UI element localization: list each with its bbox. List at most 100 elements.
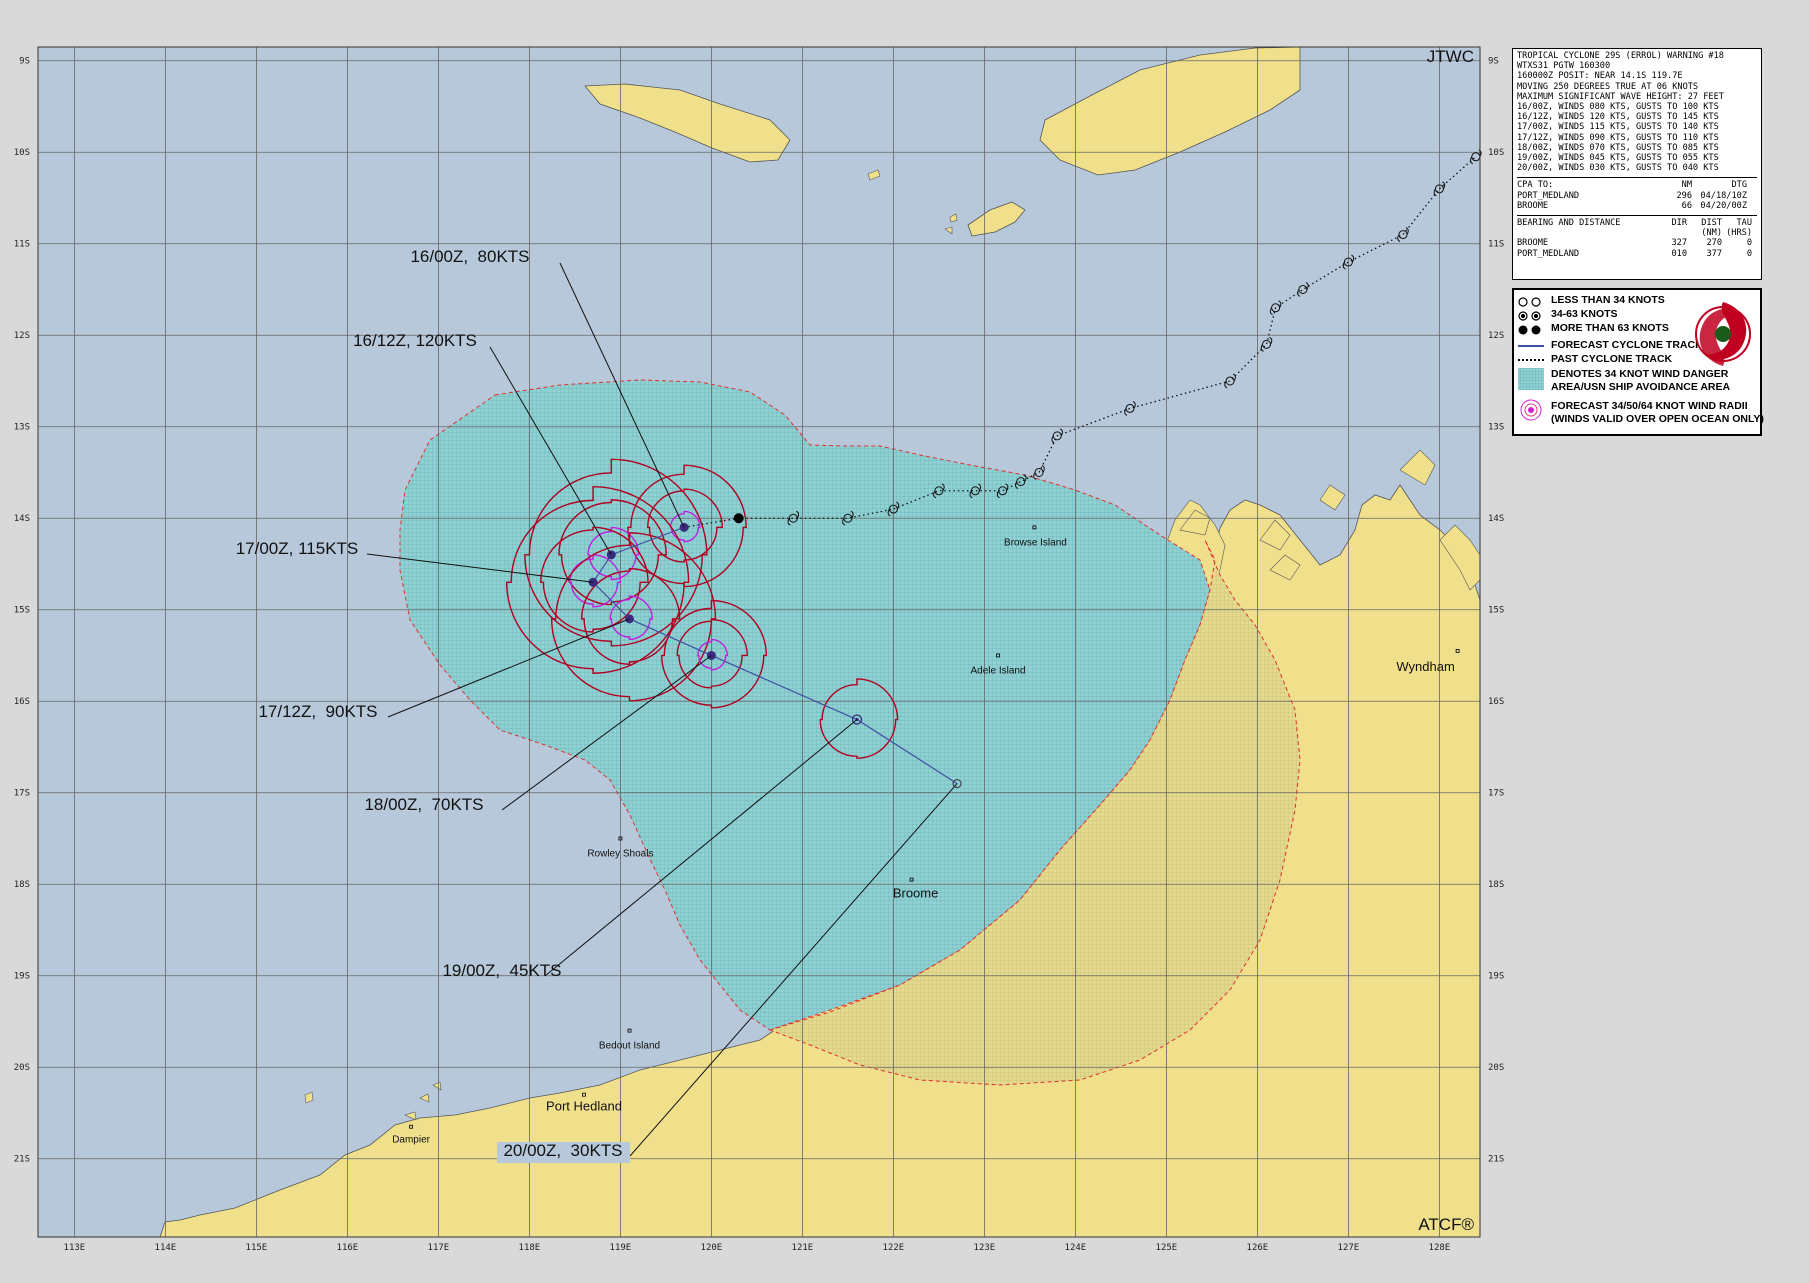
place-label: Bedout Island [599,1041,660,1052]
warning-table-cell: DTG [1731,180,1747,191]
warning-table-row: PORT_MEDLAND 010 377 0 [1517,249,1757,259]
lon-tick-label: 128E [1429,1243,1451,1253]
lon-tick-label: 126E [1247,1243,1269,1253]
lat-tick-label-right: 10S [1488,148,1504,158]
forecast-label: 19/00Z, 45KTS [442,961,561,980]
lat-tick-label-right: 20S [1488,1063,1504,1073]
lat-tick-label-right: 13S [1488,423,1504,433]
warning-table-cell: 270 [1706,238,1722,249]
warning-table-cell: 66 [1681,200,1692,211]
warning-table-cell: DIR [1671,218,1687,229]
legend-icon-34-63 [1518,311,1541,321]
warning-line: 17/12Z, WINDS 090 KTS, GUSTS TO 110 KTS [1517,132,1719,143]
warning-line: 160000Z POSIT: NEAR 14.1S 119.7E [1517,71,1683,82]
lat-tick-label-left: 16S [14,697,30,707]
forecast-label: 16/12Z, 120KTS [353,331,477,350]
warning-table-cell: 010 [1671,248,1687,259]
warning-line: 16/00Z, WINDS 080 KTS, GUSTS TO 100 KTS [1517,102,1719,113]
lat-tick-label-left: 17S [14,789,30,799]
legend-icon-danger-area [1518,368,1544,390]
lon-tick-label: 113E [64,1243,86,1253]
forecast-label: 16/00Z, 80KTS [410,247,529,266]
forecast-label: 17/00Z, 115KTS [236,539,359,558]
warning-table-cell: CPA TO: [1517,180,1554,191]
warning-table-cell: 377 [1706,248,1722,259]
jtwc-seal-icon [1695,302,1751,366]
warning-table-cell: 327 [1671,238,1687,249]
lat-tick-label-right: 11S [1488,240,1504,250]
lat-tick-label-left: 21S [14,1155,30,1165]
lon-tick-label: 120E [701,1243,723,1253]
lat-tick-label-right: 16S [1488,697,1504,707]
legend-icon-gt63 [1518,325,1541,335]
warning-line: WTXS31 PGTW 160300 [1517,61,1611,72]
legend-icon-lt34 [1518,297,1541,307]
cpa-section: CPA TO: NM DTG PORT_MEDLAND 296 04/18/10Z BROO… [1517,177,1757,211]
warning-line: TROPICAL CYCLONE 29S (ERROL) WARNING #18 [1517,51,1724,61]
warning-line: 17/00Z, WINDS 115 KTS, GUSTS TO 140 KTS [1517,122,1719,133]
past-position-marker [733,513,744,524]
legend-label-danger-2: AREA/USN SHIP AVOIDANCE AREA [1551,381,1731,393]
agency-label: JTWC [1427,47,1474,66]
lon-tick-label: 114E [155,1243,177,1253]
lon-tick-label: 123E [974,1243,996,1253]
lat-tick-label-right: 18S [1488,880,1504,890]
warning-table-cell: 296 [1676,190,1692,201]
legend-icon-wind-radii [1520,399,1542,421]
warning-line: 19/00Z, WINDS 045 KTS, GUSTS TO 055 KTS [1517,153,1719,164]
warning-table-cell: TAU [1736,218,1752,229]
warning-table-cell: 0 [1746,248,1752,259]
place-label: Port Hedland [546,1099,622,1114]
warning-table-cell: BROOME [1517,200,1549,211]
lat-tick-label-left: 14S [14,514,30,524]
legend-label-forecast-track: FORECAST CYCLONE TRACK [1551,339,1703,351]
warning-table-row: (NM) (HRS) [1517,228,1757,238]
warning-table-cell: 04/18/10Z [1700,190,1747,201]
lat-tick-label-left: 12S [14,331,30,341]
legend-symbols [1518,297,1544,421]
lat-tick-label-left: 11S [14,240,30,250]
lon-tick-label: 115E [246,1243,268,1253]
forecast-label: 17/12Z, 90KTS [258,702,377,721]
warning-lines: TROPICAL CYCLONE 29S (ERROL) WARNING #18… [1517,51,1757,173]
warning-table-cell: NM [1681,180,1692,191]
lon-tick-label: 118E [519,1243,541,1253]
legend-label-radii-2: (WINDS VALID OVER OPEN OCEAN ONLY) [1551,413,1764,425]
warning-line: 20/00Z, WINDS 030 KTS, GUSTS TO 040 KTS [1517,163,1719,174]
lat-tick-label-right: 19S [1488,972,1504,982]
warning-table-cell: (HRS) [1726,228,1752,239]
place-label: Broome [893,886,939,901]
warning-table-row: BROOME 66 04/20/00Z [1517,201,1757,211]
lon-tick-label: 117E [428,1243,450,1253]
lon-tick-label: 119E [610,1243,632,1253]
legend-label-34-63: 34-63 KNOTS [1551,308,1618,320]
footer-label: ATCF® [1418,1215,1474,1234]
lat-tick-label-left: 20S [14,1063,30,1073]
warning-table-cell: PORT_MEDLAND [1517,248,1580,259]
warning-table-row: BROOME 327 270 0 [1517,238,1757,248]
lat-tick-label-right: 12S [1488,331,1504,341]
warning-line: 18/00Z, WINDS 070 KTS, GUSTS TO 085 KTS [1517,142,1719,153]
place-label: Wyndham [1396,659,1454,674]
warning-table-cell: BROOME [1517,238,1549,249]
warning-line: MAXIMUM SIGNIFICANT WAVE HEIGHT: 27 FEET [1517,91,1724,102]
legend-label-gt63: MORE THAN 63 KNOTS [1551,322,1669,334]
warning-table-cell: 0 [1746,238,1752,249]
forecast-label: 20/00Z, 30KTS [503,1141,622,1160]
lat-tick-label-right: 15S [1488,606,1504,616]
legend-box: LESS THAN 34 KNOTS 34-63 KNOTS MORE THAN… [1512,288,1764,436]
lat-tick-label-left: 15S [14,606,30,616]
lat-tick-label-left: 13S [14,423,30,433]
warning-line: 16/12Z, WINDS 120 KTS, GUSTS TO 145 KTS [1517,112,1719,123]
warning-table-cell: PORT_MEDLAND [1517,190,1580,201]
lon-tick-label: 127E [1338,1243,1360,1253]
lat-tick-label-right: 9S [1488,57,1499,67]
warning-table-row: PORT_MEDLAND 296 04/18/10Z [1517,191,1757,201]
place-label: Rowley Shoals [587,848,653,859]
warning-table-cell: DIST [1701,218,1722,229]
legend-label-lt34: LESS THAN 34 KNOTS [1551,294,1665,306]
lat-tick-label-left: 19S [14,972,30,982]
forecast-label: 18/00Z, 70KTS [364,795,483,814]
lon-tick-label: 121E [792,1243,814,1253]
lat-tick-label-right: 21S [1488,1155,1504,1165]
